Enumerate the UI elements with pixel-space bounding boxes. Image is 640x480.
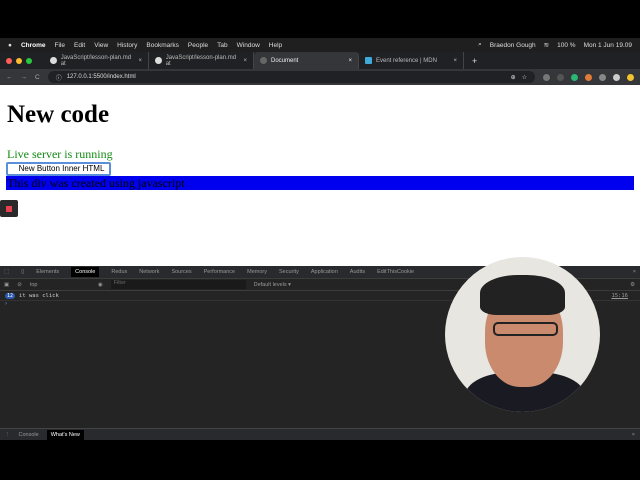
profile-avatar[interactable] — [613, 73, 620, 81]
address-bar-row: ← → C ⓘ 127.0.0.1:5500/index.html ⊕ ☆ — [0, 69, 640, 85]
tab-mdn[interactable]: Event reference | MDN × — [359, 52, 464, 69]
drawer-close-button[interactable]: × — [632, 432, 635, 438]
tab-security[interactable]: Security — [279, 269, 299, 275]
menu-window[interactable]: Window — [237, 42, 260, 49]
user-name[interactable]: Braedon Gough — [490, 42, 536, 49]
filter-input[interactable]: Filter — [110, 280, 246, 289]
devtools-close-button[interactable]: × — [633, 269, 636, 275]
mdn-icon — [365, 57, 372, 64]
tab-redux[interactable]: Redux — [111, 269, 127, 275]
globe-icon — [260, 57, 267, 64]
context-select[interactable]: top — [30, 282, 90, 288]
tab-close-button[interactable]: × — [348, 58, 352, 64]
mac-menubar: ● Chrome File Edit View History Bookmark… — [0, 38, 640, 52]
forward-button[interactable]: → — [21, 74, 28, 81]
tab-audits[interactable]: Audits — [350, 269, 365, 275]
stop-icon — [6, 205, 12, 212]
tab-application[interactable]: Application — [311, 269, 338, 275]
minimize-window-button[interactable] — [16, 57, 22, 64]
url-text: 127.0.0.1:5500/index.html — [66, 74, 136, 80]
tab-label: Event reference | MDN — [376, 57, 437, 64]
extension-icon[interactable] — [627, 73, 634, 81]
apple-icon[interactable]: ● — [8, 42, 12, 49]
close-window-button[interactable] — [6, 57, 12, 64]
maximize-window-button[interactable] — [26, 57, 32, 64]
devtools-drawer: ⋮ Console What's New × — [0, 428, 640, 440]
browser-tabstrip: JavaScript/lesson-plan.md at × JavaScript… — [0, 52, 640, 69]
menu-app[interactable]: Chrome — [21, 42, 46, 49]
tab-close-button[interactable]: × — [138, 58, 142, 64]
tab-label: Document — [271, 57, 299, 64]
menu-help[interactable]: Help — [269, 42, 282, 49]
window-controls — [6, 57, 32, 64]
inspect-icon[interactable]: ⬚ — [4, 269, 9, 275]
tab-github-2[interactable]: JavaScript/lesson-plan.md at × — [149, 52, 254, 69]
url-input[interactable]: ⓘ 127.0.0.1:5500/index.html ⊕ ☆ — [47, 71, 535, 83]
bookmark-star-icon[interactable]: ☆ — [522, 74, 527, 81]
wifi-icon[interactable]: ≋ — [544, 41, 549, 49]
page-viewport: New code Live server is running New Butt… — [0, 85, 640, 266]
reload-button[interactable]: C — [35, 74, 40, 81]
page-heading: New code — [7, 101, 110, 128]
new-button[interactable]: New Button Inner HTML — [6, 162, 111, 176]
drawer-tab-whats-new[interactable]: What's New — [46, 429, 84, 440]
webcam-overlay — [445, 257, 600, 412]
device-toggle-icon[interactable]: ▯ — [21, 269, 24, 275]
extension-icon[interactable] — [571, 73, 578, 81]
headphones — [480, 275, 565, 315]
tab-label: JavaScript/lesson-plan.md at — [60, 54, 132, 67]
github-icon — [50, 57, 57, 64]
tab-document[interactable]: Document × — [254, 52, 359, 69]
extensions — [543, 73, 634, 81]
menu-view[interactable]: View — [94, 42, 108, 49]
glasses — [493, 322, 558, 336]
new-tab-button[interactable]: + — [472, 56, 477, 66]
sidebar-toggle-icon[interactable]: ▣ — [4, 282, 9, 288]
zoom-icon[interactable]: ⊕ — [511, 74, 516, 81]
tab-github-1[interactable]: JavaScript/lesson-plan.md at × — [44, 52, 149, 69]
pocket-icon[interactable] — [599, 73, 606, 81]
menu-edit[interactable]: Edit — [74, 42, 85, 49]
menu-file[interactable]: File — [55, 42, 65, 49]
eye-icon[interactable]: ◉ — [98, 282, 103, 288]
extension-icon[interactable] — [543, 73, 550, 81]
clear-console-icon[interactable]: ⊘ — [17, 282, 22, 288]
tab-label: JavaScript/lesson-plan.md at — [165, 54, 237, 67]
menu-history[interactable]: History — [117, 42, 137, 49]
tab-sources[interactable]: Sources — [171, 269, 191, 275]
back-button[interactable]: ← — [6, 74, 13, 81]
menu-bookmarks[interactable]: Bookmarks — [146, 42, 179, 49]
repeat-count-badge: 12 — [5, 292, 16, 299]
clock[interactable]: Mon 1 Jun 19.09 — [584, 42, 632, 49]
search-icon[interactable]: ⌕ — [478, 41, 482, 49]
log-levels-select[interactable]: Default levels ▾ — [254, 282, 291, 288]
log-source-link[interactable]: 15:16 — [611, 293, 628, 299]
info-icon[interactable]: ⓘ — [56, 73, 62, 82]
settings-gear-icon[interactable]: ⚙ — [630, 282, 635, 288]
tab-close-button[interactable]: × — [453, 58, 457, 64]
tab-performance[interactable]: Performance — [204, 269, 236, 275]
stop-recording-button[interactable] — [0, 200, 18, 217]
extension-icon[interactable] — [557, 73, 564, 81]
tab-editthiscookie[interactable]: EditThisCookie — [377, 269, 414, 275]
drawer-menu-icon[interactable]: ⋮ — [5, 432, 11, 438]
battery-status[interactable]: 100 % — [557, 42, 575, 49]
menu-tab[interactable]: Tab — [217, 42, 227, 49]
live-server-text: Live server is running — [7, 147, 113, 161]
tab-close-button[interactable]: × — [243, 58, 247, 64]
extension-icon[interactable] — [585, 73, 592, 81]
tab-network[interactable]: Network — [139, 269, 159, 275]
js-created-div: This div was created using javascript — [6, 176, 634, 190]
log-message: it was click — [19, 292, 59, 299]
tab-console[interactable]: Console — [71, 267, 100, 277]
drawer-tab-console[interactable]: Console — [19, 432, 39, 438]
tab-memory[interactable]: Memory — [247, 269, 267, 275]
tab-elements[interactable]: Elements — [36, 269, 59, 275]
github-icon — [155, 57, 162, 64]
menu-people[interactable]: People — [188, 42, 208, 49]
